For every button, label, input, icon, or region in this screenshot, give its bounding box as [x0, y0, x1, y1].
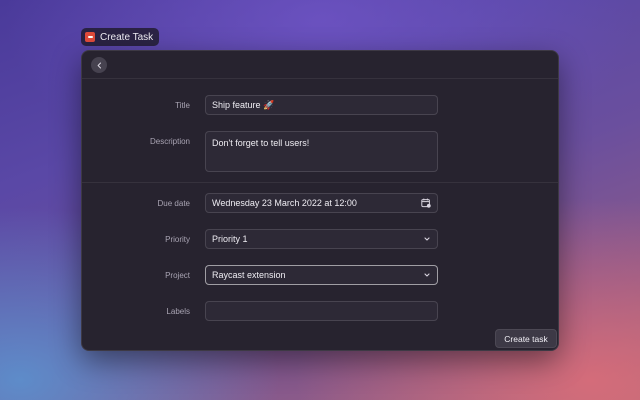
todoist-app-icon — [85, 32, 95, 42]
due-date-value: Wednesday 23 March 2022 at 12:00 — [212, 198, 357, 208]
priority-label: Priority — [165, 235, 190, 244]
title-label: Title — [175, 101, 190, 110]
calendar-icon[interactable] — [421, 198, 431, 208]
create-task-window: Title Ship feature 🚀 Description Don't f… — [81, 50, 559, 351]
priority-value: Priority 1 — [212, 234, 248, 244]
chevron-left-icon — [97, 62, 101, 68]
section-divider — [82, 182, 558, 183]
project-dropdown[interactable]: Raycast extension — [205, 265, 438, 285]
description-value: Don't forget to tell users! — [212, 138, 310, 148]
window-title: Create Task — [100, 31, 154, 43]
chevron-down-icon — [424, 237, 430, 241]
due-date-label: Due date — [157, 199, 190, 208]
chevron-down-icon — [424, 273, 430, 277]
back-button[interactable] — [91, 57, 107, 73]
title-value: Ship feature 🚀 — [212, 99, 275, 110]
title-input[interactable]: Ship feature 🚀 — [205, 95, 438, 115]
description-label: Description — [149, 137, 190, 146]
labels-input[interactable] — [205, 301, 438, 321]
labels-label: Labels — [166, 307, 190, 316]
project-label: Project — [165, 271, 190, 280]
create-task-button[interactable]: Create task — [495, 329, 557, 348]
project-value: Raycast extension — [212, 270, 286, 280]
priority-dropdown[interactable]: Priority 1 — [205, 229, 438, 249]
due-date-picker[interactable]: Wednesday 23 March 2022 at 12:00 — [205, 193, 438, 213]
window-title-pill: Create Task — [81, 28, 160, 46]
top-bar — [82, 51, 558, 79]
description-textarea[interactable]: Don't forget to tell users! — [205, 131, 438, 172]
